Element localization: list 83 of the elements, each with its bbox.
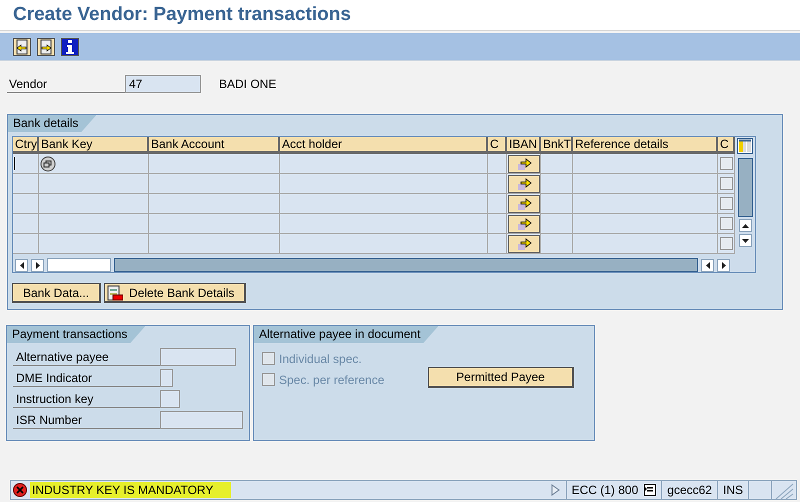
table-cell[interactable] (149, 234, 280, 254)
scroll-down-button[interactable] (738, 234, 752, 247)
system-info: ECC (1) 800 (572, 483, 638, 497)
scroll-right-button[interactable] (717, 258, 730, 272)
scroll-left-button[interactable] (15, 258, 28, 272)
table-cell[interactable] (488, 174, 507, 194)
table-cell[interactable] (488, 194, 507, 214)
vendor-field[interactable]: 47 (125, 75, 201, 93)
table-cell[interactable] (39, 234, 149, 254)
table-cell[interactable] (39, 174, 149, 194)
checkbox[interactable] (720, 237, 732, 250)
table-cell[interactable] (13, 154, 39, 174)
window-title: Create Vendor: Payment transactions (13, 4, 351, 26)
table-cell[interactable] (280, 174, 488, 194)
table-cell[interactable] (13, 174, 39, 194)
checkbox-label: Spec. per reference (279, 372, 384, 386)
scroll-left-button[interactable] (701, 258, 714, 272)
table-cell[interactable] (488, 154, 507, 174)
column-header[interactable]: Bank Account (149, 137, 280, 154)
checkbox[interactable] (720, 197, 732, 210)
group-title: Alternative payee in document (254, 326, 438, 343)
previous-page-button[interactable] (13, 38, 31, 56)
delete-button[interactable]: Delete Bank Details (104, 283, 246, 303)
checkbox-label: Individual spec. (279, 352, 362, 366)
checkbox[interactable] (720, 177, 732, 190)
input-field[interactable] (160, 348, 236, 366)
column-header[interactable]: Reference details (573, 137, 718, 154)
input-field[interactable] (160, 368, 173, 386)
table-cell[interactable] (280, 154, 488, 174)
next-page-button[interactable] (37, 38, 55, 56)
value-help-icon (40, 156, 56, 172)
column-header[interactable]: BnkT (541, 137, 573, 154)
table-cell[interactable] (488, 214, 507, 234)
table-cell[interactable] (39, 154, 149, 174)
input-mode: INS (722, 483, 743, 497)
table-cell[interactable] (488, 234, 507, 254)
down-arrow-icon (742, 238, 748, 242)
table-cell[interactable] (39, 194, 149, 214)
input-field[interactable] (160, 390, 180, 408)
table-cell[interactable] (149, 214, 280, 234)
column-header[interactable]: IBAN (507, 137, 541, 154)
scrollbar-thumb[interactable] (47, 258, 111, 272)
table-cell[interactable] (149, 194, 280, 214)
checkbox[interactable] (720, 217, 732, 230)
column-header[interactable]: Bank Key (39, 137, 149, 154)
table-cell[interactable] (280, 214, 488, 234)
input-field[interactable] (160, 410, 243, 428)
status-message: INDUSTRY KEY IS MANDATORY (30, 482, 232, 498)
permitted-payee-button[interactable]: Permitted Payee (428, 367, 574, 388)
text-cursor (14, 157, 15, 170)
column-header[interactable]: Ctry (13, 137, 39, 154)
list-icon (644, 484, 656, 496)
left-arrow-icon (20, 262, 24, 268)
info-icon (66, 40, 74, 54)
info-button[interactable] (61, 38, 79, 56)
expand-arrow-icon (550, 484, 560, 496)
left-arrow-icon (706, 262, 710, 268)
table-cell[interactable] (149, 154, 280, 174)
up-arrow-icon (742, 224, 748, 228)
delete-icon (107, 284, 124, 300)
column-settings-icon (737, 138, 753, 154)
column-header[interactable]: C (488, 137, 507, 154)
scroll-up-button[interactable] (738, 219, 752, 232)
error-icon (13, 483, 27, 497)
table-cell[interactable] (280, 234, 488, 254)
table-cell[interactable] (13, 214, 39, 234)
group-title: Payment transactions (7, 326, 146, 343)
table-cell[interactable] (149, 174, 280, 194)
table-cell[interactable] (13, 194, 39, 214)
server-name: gcecc62 (667, 483, 712, 497)
vendor-name: BADI ONE (219, 77, 276, 91)
scrollbar-thumb[interactable] (738, 158, 752, 217)
bank-data-button[interactable]: Bank Data... (12, 283, 102, 303)
column-header[interactable]: Acct holder (280, 137, 488, 154)
table-cell[interactable] (13, 234, 39, 254)
table-cell[interactable] (280, 194, 488, 214)
table-cell[interactable] (39, 214, 149, 234)
scroll-right-button[interactable] (31, 258, 44, 272)
column-header[interactable]: C (718, 137, 735, 154)
group-title: Bank details (8, 115, 96, 132)
checkbox[interactable] (720, 157, 732, 170)
right-arrow-icon (36, 262, 40, 268)
right-arrow-icon (722, 262, 726, 268)
